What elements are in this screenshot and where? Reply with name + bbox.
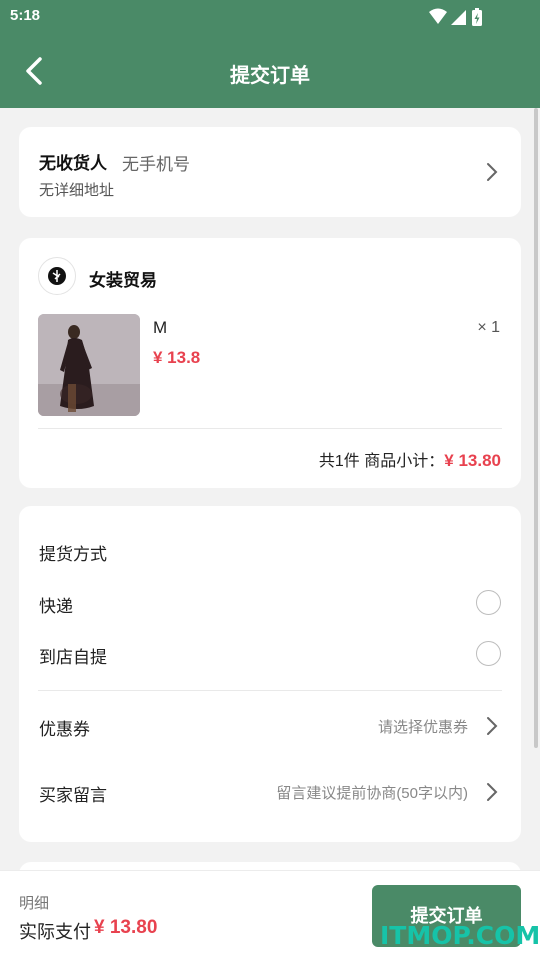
delivery-option-pickup-radio[interactable] [476,641,501,666]
order-subtotal: 共1件 商品小计：¥ 13.80 [319,447,501,471]
recipient-name: 无收货人 [39,154,107,173]
product-spec: M [153,318,168,337]
divider [38,428,502,429]
system-icons [429,8,482,26]
order-options-card: 提货方式 快递 到店自提 优惠券 请选择优惠券 买家留言 留言建议提前协商(50… [19,506,521,842]
delivery-method-title: 提货方式 [39,545,107,564]
product-price: ¥ 13.8 [153,348,201,367]
coupon-hint[interactable]: 请选择优惠券 [378,716,468,737]
coupon-label[interactable]: 优惠券 [39,715,90,740]
wifi-icon [429,8,447,24]
status-time: 5:18 [10,7,41,24]
delivery-option-express-radio[interactable] [476,590,501,615]
recipient-phone: 无手机号 [122,155,190,174]
delivery-option-express-label[interactable]: 快递 [39,592,73,617]
subtotal-label: 共1件 商品小计： [318,453,445,470]
delivery-option-pickup-label[interactable]: 到店自提 [39,643,107,668]
order-card: 女装贸易 M × 1 ¥ 13.8 共1件 商品小计：¥ 13.80 [19,238,521,488]
signal-icon [451,10,466,25]
chevron-right-icon [487,163,498,181]
watermark: ITMOP.COM [380,921,540,950]
subtotal-amount: ¥ 13.80 [444,451,501,470]
battery-icon [472,8,482,26]
address-detail: 无详细地址 [39,182,115,199]
divider [38,690,502,691]
status-bar: 5:18 [0,0,540,34]
product-quantity: × 1 [477,319,500,336]
buyer-message-input[interactable]: 留言建议提前协商(50字以内) [276,782,468,803]
pay-amount: ¥ 13.80 [94,917,158,938]
address-card[interactable]: 无收货人 无手机号 无详细地址 [19,127,521,217]
shop-logo [38,257,76,295]
detail-link[interactable]: 明细 [19,892,49,913]
chevron-right-icon[interactable] [485,781,499,803]
header-bar: 提交订单 [0,34,540,108]
page-title: 提交订单 [230,65,310,87]
scrollbar[interactable] [534,108,538,748]
shop-name: 女装贸易 [89,271,157,290]
buyer-message-label[interactable]: 买家留言 [39,781,107,806]
chevron-right-icon[interactable] [485,715,499,737]
product-image[interactable] [38,314,140,416]
shop-logo-icon [48,267,66,285]
pay-label: 实际支付 [19,922,91,942]
